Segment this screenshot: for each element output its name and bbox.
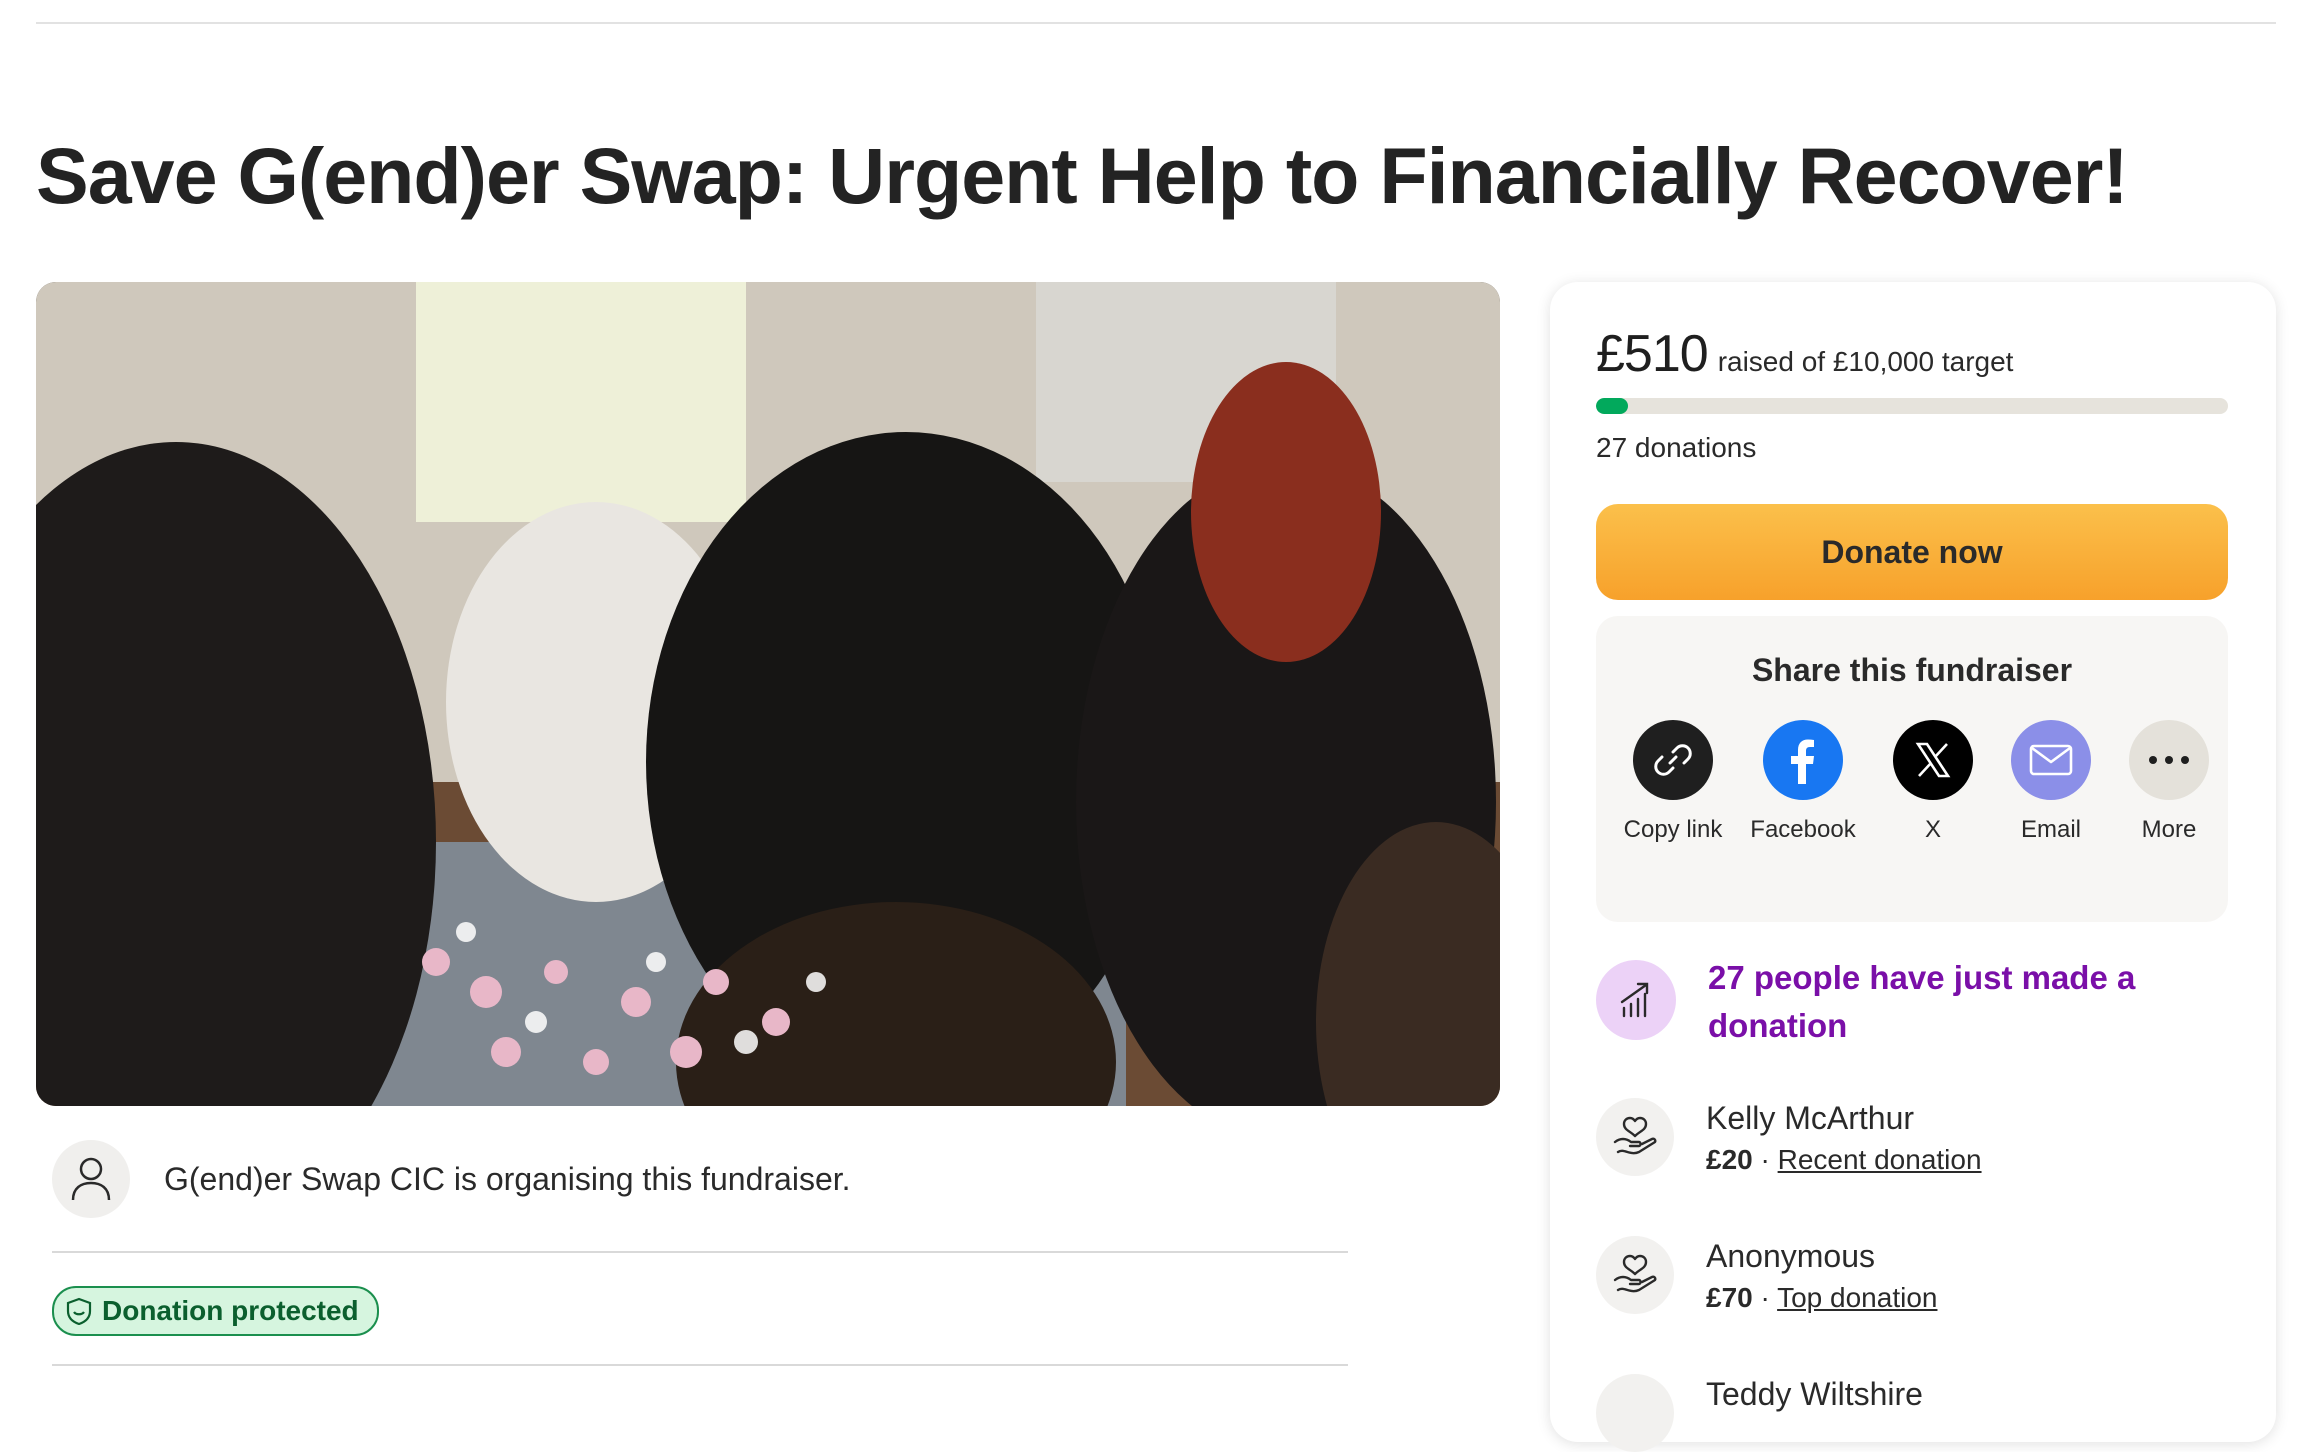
donor-item: Kelly McArthur £20 · Recent donation bbox=[1596, 1098, 1982, 1176]
divider bbox=[52, 1251, 1348, 1253]
raised-summary: £510 raised of £10,000 target bbox=[1596, 324, 2013, 384]
shield-icon bbox=[66, 1297, 92, 1325]
share-label: X bbox=[1924, 816, 1941, 843]
heart-hand-icon bbox=[1596, 1236, 1674, 1314]
link-icon bbox=[1633, 720, 1713, 800]
donor-meta: £70 · Top donation bbox=[1706, 1282, 1937, 1314]
progress-fill bbox=[1596, 398, 1629, 414]
raised-amount: £510 bbox=[1596, 325, 1709, 383]
share-label: More bbox=[2141, 816, 2197, 843]
donor-amount: £20 bbox=[1706, 1144, 1753, 1175]
share-title: Share this fundraiser bbox=[1751, 652, 2073, 688]
target-text: raised of £10,000 target bbox=[1717, 346, 2014, 377]
organiser-row: G(end)er Swap CIC is organising this fun… bbox=[52, 1140, 851, 1218]
share-email[interactable]: Email bbox=[1986, 720, 2116, 846]
donor-name: Kelly McArthur bbox=[1706, 1100, 1915, 1136]
share-label: Email bbox=[2020, 816, 2081, 843]
donation-card: £510 raised of £10,000 target 27 donatio… bbox=[1550, 282, 2276, 1452]
user-icon bbox=[52, 1140, 130, 1218]
email-icon bbox=[2011, 720, 2091, 800]
donor-name: Anonymous bbox=[1706, 1238, 1875, 1274]
share-copy-link[interactable]: Copy link bbox=[1608, 720, 1738, 846]
donation-count: 27 donations bbox=[1596, 432, 1757, 463]
donation-protected-badge[interactable]: Donation protected bbox=[52, 1286, 379, 1336]
donor-tag-link[interactable]: Recent donation bbox=[1778, 1144, 1982, 1175]
recent-activity[interactable]: 27 people have just made a donation bbox=[1596, 959, 2138, 1050]
share-label: Facebook bbox=[1750, 816, 1856, 843]
x-icon bbox=[1893, 720, 1973, 800]
top-divider bbox=[36, 22, 2276, 24]
share-more[interactable]: More bbox=[2104, 720, 2234, 846]
share-x[interactable]: X bbox=[1868, 720, 1998, 846]
separator: · bbox=[1760, 1144, 1770, 1175]
donate-now-button[interactable]: Donate now bbox=[1596, 504, 2228, 600]
more-icon bbox=[2129, 720, 2209, 800]
share-facebook[interactable]: Facebook bbox=[1738, 720, 1868, 846]
trending-up-icon bbox=[1596, 960, 1676, 1040]
donor-item: Teddy Wiltshire bbox=[1596, 1374, 1923, 1452]
donor-name: Teddy Wiltshire bbox=[1706, 1376, 1923, 1412]
share-panel: Share this fundraiser Copy link Facebook… bbox=[1596, 616, 2228, 922]
donor-tag-link[interactable]: Top donation bbox=[1777, 1282, 1937, 1313]
campaign-photo[interactable] bbox=[36, 282, 1500, 1106]
recent-activity-text: 27 people have just made a donation bbox=[1708, 959, 2136, 1044]
heart-hand-icon bbox=[1596, 1374, 1674, 1452]
separator: · bbox=[1760, 1282, 1770, 1313]
donor-amount: £70 bbox=[1706, 1282, 1753, 1313]
share-label: Copy link bbox=[1623, 816, 1723, 843]
progress-bar bbox=[1596, 398, 2228, 414]
donor-item: Anonymous £70 · Top donation bbox=[1596, 1236, 1937, 1314]
divider bbox=[52, 1364, 1348, 1366]
campaign-photo-illustration bbox=[36, 282, 1500, 1106]
donor-meta: £20 · Recent donation bbox=[1706, 1144, 1982, 1176]
facebook-icon bbox=[1763, 720, 1843, 800]
organiser-text: G(end)er Swap CIC is organising this fun… bbox=[164, 1160, 851, 1197]
heart-hand-icon bbox=[1596, 1098, 1674, 1176]
badge-label: Donation protected bbox=[102, 1295, 359, 1326]
page-title: Save G(end)er Swap: Urgent Help to Finan… bbox=[36, 131, 2129, 220]
